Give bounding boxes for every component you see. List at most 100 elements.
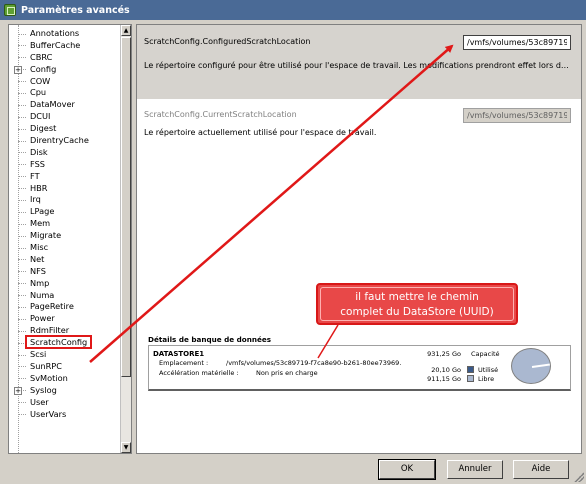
- datastore-section-title: Détails de banque de données: [148, 335, 271, 344]
- tree-item-label: LPage: [30, 206, 55, 217]
- tree-item[interactable]: Migrate: [9, 230, 123, 242]
- tree-item-label: ScratchConfig: [25, 335, 93, 350]
- tree-item-label: Annotations: [30, 28, 80, 38]
- tree-connector: [18, 152, 26, 154]
- tree-connector: [18, 176, 26, 178]
- tree-item[interactable]: UserVars: [9, 409, 123, 421]
- app-icon: [4, 4, 16, 16]
- tree-scrollbar[interactable]: ▲ ▼: [120, 25, 131, 453]
- tree-connector: [18, 128, 26, 130]
- tree-connector: [18, 33, 26, 35]
- tree-item[interactable]: HBR: [9, 183, 123, 195]
- tree-item-label: Migrate: [30, 230, 62, 241]
- tree-item[interactable]: Annotations: [9, 28, 123, 40]
- tree-item[interactable]: Irq: [9, 194, 123, 206]
- window-title: Paramètres avancés: [21, 4, 130, 16]
- free-label: Libre: [478, 375, 495, 383]
- tree-connector: [18, 223, 26, 225]
- used-legend: Utilisé: [467, 366, 498, 374]
- tree-connector: [18, 366, 26, 368]
- tree-item-label: Mem: [30, 218, 51, 229]
- tree-item-label: Numa: [30, 289, 55, 300]
- option-current-scratch: ScratchConfig.CurrentScratchLocation Le …: [137, 105, 581, 161]
- tree-item[interactable]: FT: [9, 171, 123, 183]
- datastore-details: Détails de banque de données DATASTORE1 …: [146, 333, 571, 391]
- tree-item[interactable]: DirentryCache: [9, 135, 123, 147]
- tree-item[interactable]: Misc: [9, 242, 123, 254]
- tree-item[interactable]: PageRetire: [9, 301, 123, 313]
- free-swatch: [467, 375, 474, 382]
- configured-scratch-input[interactable]: [463, 35, 571, 50]
- tree-item-label: Disk: [30, 146, 48, 157]
- tree-item[interactable]: ScratchConfig: [9, 335, 123, 350]
- option-description: Le répertoire actuellement utilisé pour …: [144, 128, 377, 137]
- tree-connector: [18, 116, 26, 118]
- tree-connector: [18, 57, 26, 59]
- tree-item-label: FSS: [30, 158, 45, 169]
- tree-item[interactable]: Digest: [9, 123, 123, 135]
- tree-item[interactable]: DataMover: [9, 99, 123, 111]
- tree-item[interactable]: NFS: [9, 266, 123, 278]
- scroll-down-button[interactable]: ▼: [121, 442, 131, 453]
- tree-item[interactable]: SunRPC: [9, 361, 123, 373]
- tree-item-label: Scsi: [30, 349, 47, 360]
- tree-item-label: Nmp: [30, 277, 50, 288]
- tree-item[interactable]: Cpu: [9, 87, 123, 99]
- tree-item[interactable]: BufferCache: [9, 40, 123, 52]
- tree-connector: [18, 104, 26, 106]
- tree-item[interactable]: Net: [9, 254, 123, 266]
- tree-connector: [18, 295, 26, 297]
- tree-connector: [18, 164, 26, 166]
- used-label: Utilisé: [478, 366, 499, 374]
- tree-item[interactable]: DCUI: [9, 111, 123, 123]
- tree-connector: [18, 259, 26, 261]
- tree-connector: [18, 306, 26, 308]
- tree-item-label: RdmFilter: [30, 325, 70, 336]
- tree-item-label: Config: [30, 63, 57, 74]
- tree-item[interactable]: CBRC: [9, 52, 123, 64]
- tree-item-label: Misc: [30, 242, 49, 253]
- free-value: 911,15 Go: [427, 375, 461, 383]
- tree-connector: [18, 199, 26, 201]
- tree-connector: [18, 283, 26, 285]
- tree-item[interactable]: COW: [9, 76, 123, 88]
- tree-item[interactable]: SvMotion: [9, 373, 123, 385]
- tree-connector: [18, 354, 26, 356]
- tree-item[interactable]: Numa: [9, 290, 123, 302]
- tree-connector: [18, 378, 26, 380]
- tree-connector: [18, 330, 26, 332]
- tree-item[interactable]: + Config: [9, 64, 123, 76]
- expand-icon[interactable]: +: [14, 65, 22, 74]
- ok-button[interactable]: OK: [378, 459, 436, 480]
- tree-item-label: Net: [30, 253, 45, 264]
- tree-item[interactable]: Disk: [9, 147, 123, 159]
- option-description: Le répertoire configuré pour être utilis…: [144, 61, 572, 70]
- tree-item[interactable]: User: [9, 397, 123, 409]
- scroll-up-button[interactable]: ▲: [121, 25, 131, 36]
- tree-item[interactable]: Mem: [9, 218, 123, 230]
- tree-connector: [18, 45, 26, 47]
- tree-item-label: BufferCache: [30, 39, 81, 50]
- tree-item[interactable]: LPage: [9, 206, 123, 218]
- option-configured-scratch: ScratchConfig.ConfiguredScratchLocation …: [137, 25, 581, 99]
- usage-pie-chart: [511, 348, 551, 384]
- expand-icon[interactable]: +: [14, 386, 22, 395]
- accel-value: Non pris en charge: [256, 369, 318, 377]
- tree-item[interactable]: Scsi: [9, 349, 123, 361]
- tree-item-label: PageRetire: [30, 301, 74, 312]
- help-button[interactable]: Aide: [513, 460, 569, 479]
- resize-grip[interactable]: [574, 472, 584, 482]
- tree-item-label: NFS: [30, 265, 46, 276]
- tree-item[interactable]: FSS: [9, 159, 123, 171]
- tree-connector: [18, 140, 26, 142]
- tree-connector: [18, 188, 26, 190]
- scroll-thumb[interactable]: [121, 37, 131, 377]
- title-bar: Paramètres avancés: [0, 0, 586, 20]
- tree-item[interactable]: + Syslog: [9, 385, 123, 397]
- tree-connector: [18, 318, 26, 320]
- cancel-button[interactable]: Annuler: [447, 460, 503, 479]
- tree-item-label: SunRPC: [30, 360, 62, 371]
- settings-tree[interactable]: Annotations BufferCache CBRC + Config COW Cpu D…: [8, 24, 132, 454]
- tree-item[interactable]: Nmp: [9, 278, 123, 290]
- tree-item[interactable]: Power: [9, 313, 123, 325]
